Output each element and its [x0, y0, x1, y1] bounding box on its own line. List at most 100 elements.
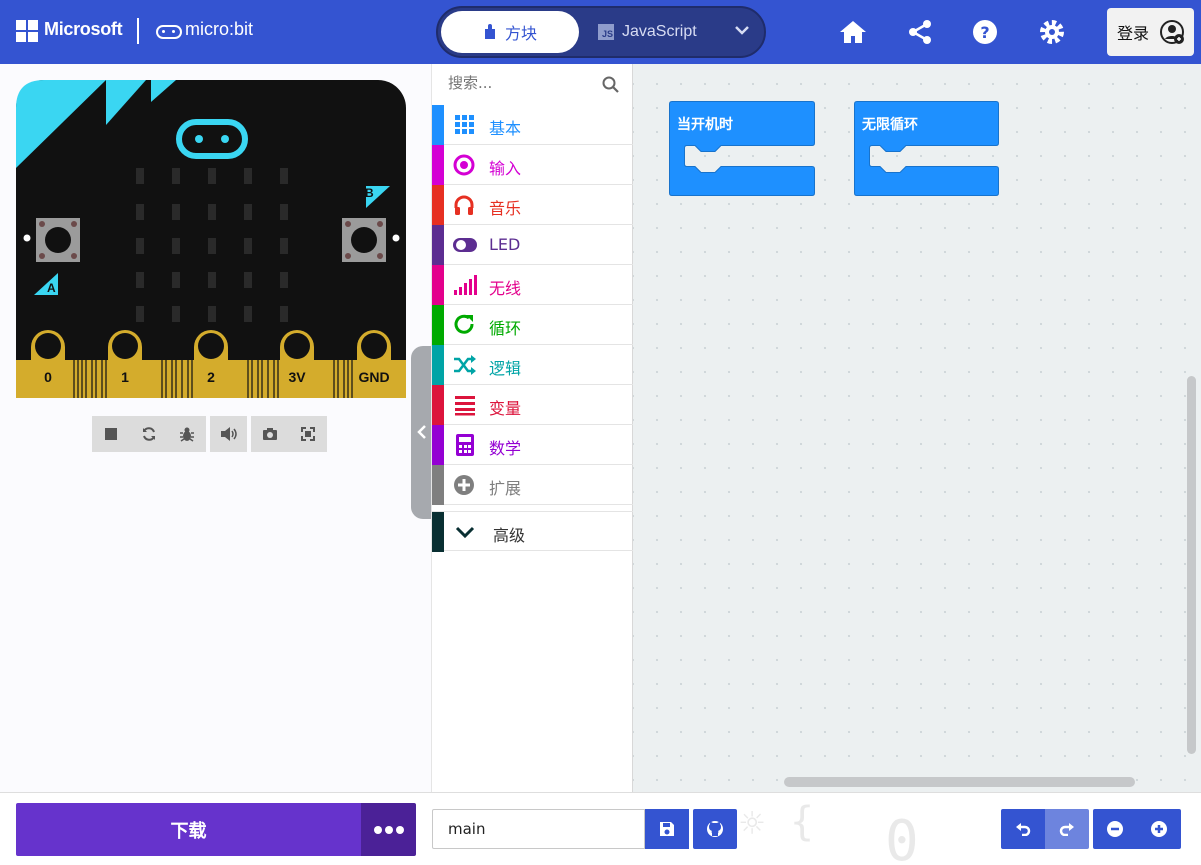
toolbox-category-logic[interactable]: 逻辑 [432, 345, 633, 385]
loop-icon [454, 314, 474, 334]
button-a-label: A [47, 281, 56, 295]
toolbox-category-input[interactable]: 输入 [432, 145, 633, 185]
editor-footer: ☼ { 0 下载 [0, 792, 1201, 865]
category-label: LED [489, 235, 521, 254]
workspace-horizontal-scrollbar[interactable] [784, 777, 1135, 787]
restart-icon [143, 427, 155, 441]
category-label: 音乐 [489, 199, 522, 218]
svg-text:?: ? [980, 23, 989, 42]
signal-icon [454, 275, 477, 295]
pin-3v-label: 3V [288, 369, 306, 385]
pin-2-label: 2 [207, 369, 215, 385]
toggle-icon [453, 238, 477, 252]
toolbox: 基本 输入 音乐 LED 无线 循环 逻辑 变量 数学 [431, 64, 633, 792]
toolbox-category-music[interactable]: 音乐 [432, 185, 633, 225]
category-label: 基本 [489, 119, 522, 138]
toolbox-category-basic[interactable]: 基本 [432, 105, 633, 145]
toolbox-category-loops[interactable]: 循环 [432, 305, 633, 345]
more-dot-icon [395, 825, 404, 834]
help-icon[interactable]: ? [971, 18, 999, 46]
on-start-block[interactable]: 当开机时 [669, 101, 815, 196]
microbit-logo-icon [156, 25, 182, 39]
shuffle-icon [454, 355, 476, 375]
toolbox-category-math[interactable]: 数学 [432, 425, 633, 465]
tab-blocks[interactable]: 方块 [441, 11, 579, 53]
download-label: 下载 [170, 820, 207, 842]
pin-0-label: 0 [44, 369, 52, 385]
button-b [342, 218, 386, 262]
toolbox-search [432, 64, 633, 104]
stop-button[interactable] [92, 416, 130, 452]
zoom-in-button[interactable] [1137, 809, 1181, 849]
restart-button[interactable] [130, 416, 168, 452]
forever-label: 无限循环 [862, 117, 918, 133]
toolbox-category-variables[interactable]: 变量 [432, 385, 633, 425]
github-button[interactable] [693, 809, 737, 849]
toolbox-category-radio[interactable]: 无线 [432, 265, 633, 305]
category-label: 变量 [489, 399, 522, 418]
download-button[interactable]: 下载 [16, 803, 361, 856]
brand-divider [137, 18, 139, 44]
redo-button[interactable] [1045, 809, 1089, 849]
zoom-in-icon [1151, 821, 1167, 837]
microbit-board[interactable]: A B 0 1 2 3V GND [16, 80, 406, 398]
sim-toolbar-main [92, 416, 206, 452]
editor-toggle: 方块 JS JavaScript [436, 6, 766, 58]
screenshot-icon [263, 428, 277, 440]
category-label: 无线 [489, 279, 522, 298]
workspace-vertical-scrollbar[interactable] [1187, 376, 1196, 754]
debug-button[interactable] [168, 416, 206, 452]
undo-button[interactable] [1001, 809, 1045, 849]
toolbox-category-led[interactable]: LED [432, 225, 633, 265]
more-dot-icon [373, 825, 382, 834]
button-a [36, 218, 80, 262]
input-icon [453, 154, 475, 176]
pin-gnd-label: GND [358, 369, 389, 385]
category-label: 逻辑 [489, 359, 522, 378]
download-more-button[interactable] [361, 803, 416, 856]
sim-toolbar-audio [210, 416, 247, 452]
project-name-input[interactable] [432, 809, 645, 849]
forever-block[interactable]: 无限循环 [854, 101, 999, 196]
button-b-label: B [365, 186, 374, 200]
github-icon [707, 821, 723, 837]
search-input[interactable] [448, 74, 598, 92]
redo-icon [1059, 823, 1074, 836]
fullscreen-button[interactable] [289, 416, 327, 452]
grid-icon [455, 115, 474, 134]
home-icon[interactable] [839, 18, 867, 46]
product-name[interactable]: micro:bit [185, 19, 253, 40]
chevron-down-icon[interactable] [734, 22, 750, 38]
chevron-down-icon [455, 526, 475, 539]
plus-circle-icon [454, 475, 474, 495]
stop-icon [105, 428, 117, 440]
toolbox-category-extensions[interactable]: 扩展 [432, 465, 633, 505]
app-header: Microsoft micro:bit 方块 JS JavaScript ? 登… [0, 0, 1201, 64]
tab-javascript[interactable]: JS JavaScript [598, 11, 708, 53]
mute-icon [220, 427, 237, 441]
search-icon[interactable] [602, 76, 620, 94]
screenshot-button[interactable] [251, 416, 289, 452]
zoom-out-button[interactable] [1093, 809, 1137, 849]
category-label: 扩展 [489, 479, 522, 498]
more-dot-icon [384, 825, 393, 834]
user-icon [1160, 20, 1185, 44]
brand-name[interactable]: Microsoft [44, 19, 123, 40]
tab-blocks-label: 方块 [504, 24, 537, 43]
login-button[interactable]: 登录 [1107, 8, 1194, 56]
save-button[interactable] [645, 809, 689, 849]
settings-icon[interactable] [1038, 18, 1066, 46]
simulator-collapse-handle[interactable] [411, 346, 433, 519]
mute-button[interactable] [210, 416, 247, 452]
tab-javascript-label: JavaScript [622, 23, 697, 40]
sim-toolbar-view [251, 416, 327, 452]
simulator-panel: A B 0 1 2 3V GND [0, 64, 431, 792]
save-icon [660, 822, 674, 836]
pin-1-label: 1 [121, 369, 129, 385]
microsoft-logo-icon [16, 20, 38, 42]
share-icon[interactable] [906, 18, 934, 46]
category-label: 输入 [489, 159, 522, 178]
lines-icon [455, 396, 475, 416]
toolbox-category-advanced[interactable]: 高级 [432, 511, 633, 552]
js-file-icon: JS [598, 24, 614, 40]
